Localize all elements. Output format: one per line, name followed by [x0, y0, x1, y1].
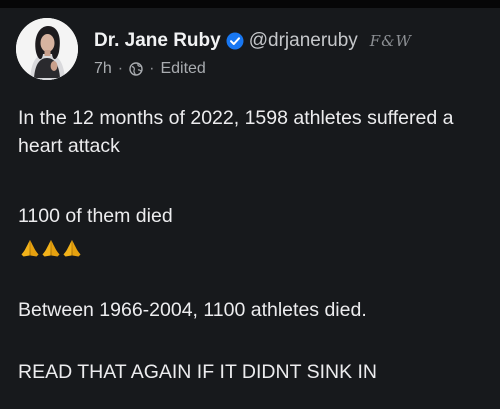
emoji-row: [20, 236, 83, 260]
meta-separator: ·: [149, 60, 155, 77]
post-header: Dr. Jane Ruby @drjaneruby F&W 7h · · Edi…: [16, 18, 486, 84]
post-meta: 7h · · Edited: [94, 58, 206, 80]
author-line: Dr. Jane Ruby @drjaneruby F&W: [94, 28, 412, 54]
author-handle[interactable]: @drjaneruby: [249, 30, 358, 52]
avatar[interactable]: [16, 18, 78, 80]
post-paragraph-2: 1100 of them died: [18, 205, 173, 227]
edited-label[interactable]: Edited: [160, 60, 205, 78]
post-paragraph-1: In the 12 months of 2022, 1598 athletes …: [18, 107, 454, 157]
post-time[interactable]: 7h: [94, 60, 112, 78]
post-paragraph-4: READ THAT AGAIN IF IT DIDNT SINK IN: [18, 361, 378, 383]
author-name[interactable]: Dr. Jane Ruby: [94, 30, 221, 52]
globe-icon: [129, 62, 143, 76]
watermark-logo: F&W: [369, 32, 412, 50]
avatar-photo: [16, 18, 78, 80]
meta-separator: ·: [117, 60, 124, 77]
praying-hands-icon: [20, 238, 40, 258]
post-paragraph-3: Between 1966-2004, 1100 athletes died.: [18, 299, 367, 321]
top-strip: [0, 0, 500, 8]
verified-badge-icon: [226, 32, 244, 50]
praying-hands-icon: [41, 238, 61, 258]
praying-hands-icon: [62, 238, 82, 258]
